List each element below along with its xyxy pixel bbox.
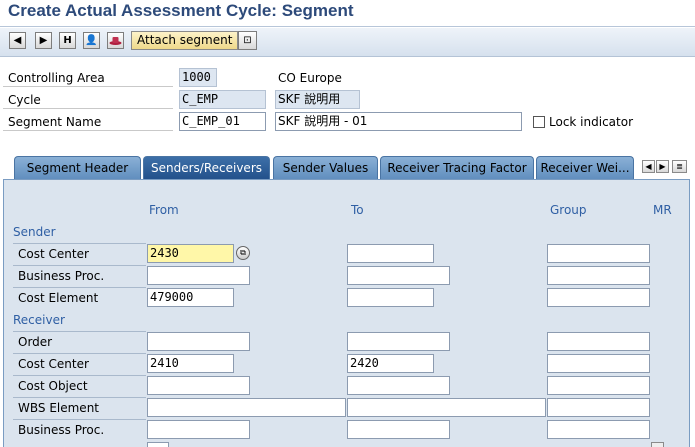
tab-sender-values[interactable]: Sender Values [273, 156, 378, 180]
receiver-wbs-element-from[interactable] [147, 398, 346, 417]
receiver-cost-center-group[interactable] [547, 354, 650, 373]
next-row-field[interactable] [147, 442, 169, 447]
column-to: To [351, 203, 364, 217]
person-icon[interactable]: 👤 [83, 32, 100, 49]
receiver-business-proc-to[interactable] [347, 420, 450, 439]
previous-icon[interactable]: ◀ [9, 32, 26, 49]
hat-icon[interactable] [107, 32, 124, 49]
next-icon[interactable]: ▶ [35, 32, 52, 49]
title-bar: Create Actual Assessment Cycle: Segment [0, 0, 695, 26]
sender-cost-center-to[interactable] [347, 244, 434, 263]
receiver-wbs-element-label: WBS Element [13, 397, 146, 417]
receiver-cost-object-group[interactable] [547, 376, 650, 395]
receiver-wbs-element-to[interactable] [347, 398, 546, 417]
tab-receiver-weighting[interactable]: Receiver Wei... [536, 156, 634, 180]
receiver-wbs-element-group[interactable] [547, 398, 650, 417]
tab-list-icon[interactable]: ≣ [672, 160, 687, 173]
tab-segment-header[interactable]: Segment Header [14, 156, 141, 180]
receiver-cost-center-to[interactable]: 2420 [347, 354, 434, 373]
page-title: Create Actual Assessment Cycle: Segment [8, 1, 354, 20]
controlling-area-label: Controlling Area [3, 69, 173, 87]
sender-cost-element-label: Cost Element [13, 287, 146, 307]
receiver-business-proc-from[interactable] [147, 420, 250, 439]
lock-indicator-label: Lock indicator [549, 115, 633, 129]
tab-scroll-left-icon[interactable]: ◀ [642, 160, 655, 173]
tab-receiver-tracing-factor[interactable]: Receiver Tracing Factor [380, 156, 534, 180]
column-group: Group [550, 203, 587, 217]
sender-business-proc-label: Business Proc. [13, 265, 146, 285]
lock-indicator-checkbox[interactable] [533, 116, 545, 128]
sender-cost-element-to[interactable] [347, 288, 434, 307]
tab-scroll-right-icon[interactable]: ▶ [656, 160, 669, 173]
receiver-order-label: Order [13, 331, 146, 351]
receiver-business-proc-label: Business Proc. [13, 419, 146, 439]
cycle-label: Cycle [3, 91, 173, 109]
receiver-cost-object-from[interactable] [147, 376, 250, 395]
segment-name-field[interactable]: C_EMP_01 [179, 112, 266, 131]
column-from: From [149, 203, 179, 217]
sender-cost-element-from[interactable]: 479000 [147, 288, 234, 307]
sender-business-proc-from[interactable] [147, 266, 250, 285]
cycle-text: SKF 說明用 [275, 90, 360, 109]
receiver-order-to[interactable] [347, 332, 450, 351]
hierarchy-icon[interactable]: H [59, 32, 76, 49]
segment-description-field[interactable]: SKF 說明用 - 01 [275, 112, 522, 131]
attach-segment-button[interactable]: Attach segment [131, 31, 239, 50]
receiver-cost-center-from[interactable]: 2410 [147, 354, 234, 373]
sender-business-proc-to[interactable] [347, 266, 450, 285]
sender-section-label: Sender [13, 225, 56, 239]
receiver-order-group[interactable] [547, 332, 650, 351]
cycle-field: C_EMP [179, 90, 266, 109]
controlling-area-field: 1000 [179, 68, 217, 87]
receiver-cost-object-label: Cost Object [13, 375, 146, 395]
title-separator [0, 26, 695, 27]
sender-business-proc-group[interactable] [547, 266, 650, 285]
tab-strip: Segment Header Senders/Receivers Sender … [0, 156, 695, 180]
hat-icon-glyph [109, 37, 122, 45]
application-toolbar: ◀ ▶ H 👤 Attach segment ⊡ [0, 28, 695, 57]
tab-senders-receivers[interactable]: Senders/Receivers [143, 156, 270, 180]
receiver-section-label: Receiver [13, 313, 65, 327]
column-mr: MR [653, 203, 672, 217]
segment-name-label: Segment Name [3, 113, 173, 131]
sender-cost-center-from[interactable]: 2430 [147, 244, 234, 263]
sender-cost-element-group[interactable] [547, 288, 650, 307]
receiver-business-proc-group[interactable] [547, 420, 650, 439]
receiver-cost-object-to[interactable] [347, 376, 450, 395]
receiver-cost-center-label: Cost Center [13, 353, 146, 373]
controlling-area-text: CO Europe [278, 71, 342, 85]
sender-cost-center-label: Cost Center [13, 243, 146, 263]
sender-cost-center-group[interactable] [547, 244, 650, 263]
next-row-checkbox[interactable] [651, 442, 664, 447]
multiple-selection-icon[interactable]: ⧉ [236, 246, 250, 260]
receiver-order-from[interactable] [147, 332, 250, 351]
document-icon[interactable]: ⊡ [238, 31, 257, 50]
